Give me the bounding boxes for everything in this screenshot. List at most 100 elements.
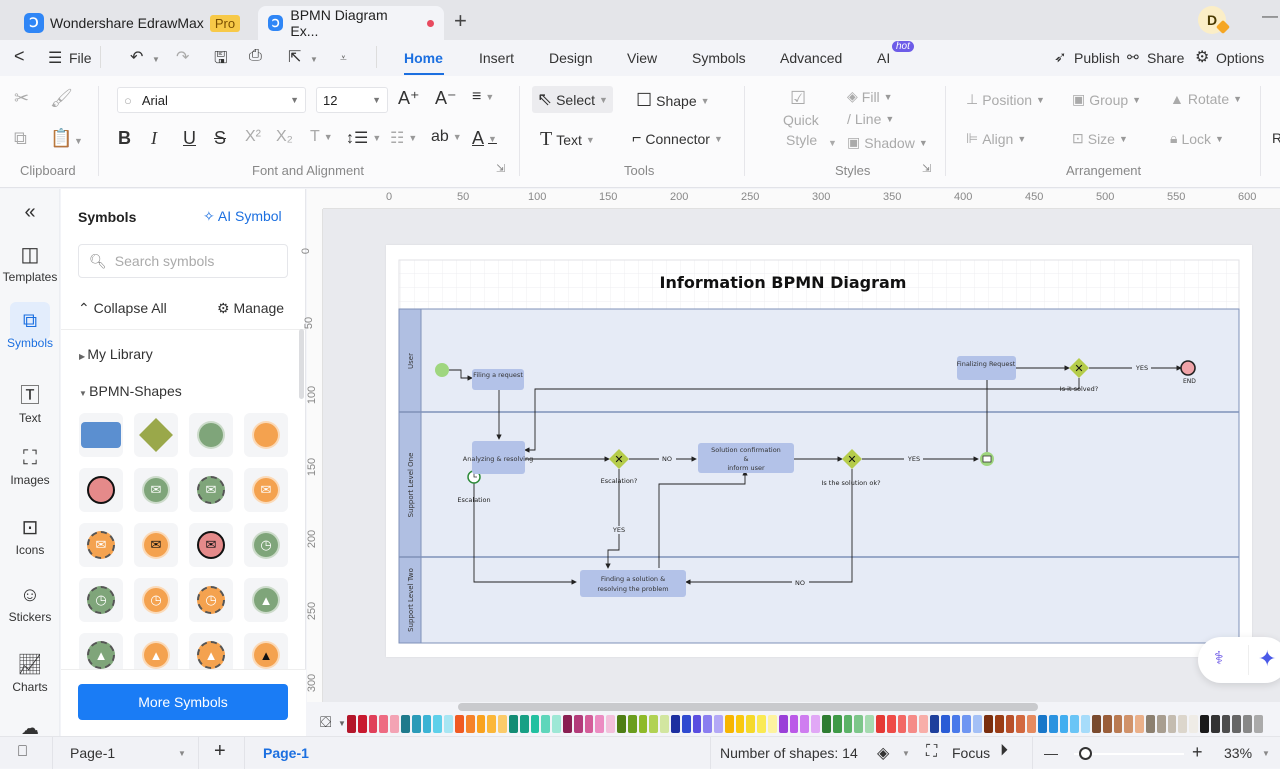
page-panel-toggle-icon[interactable]: ⎕ <box>18 743 27 760</box>
color-swatch[interactable] <box>1027 715 1036 733</box>
share-icon[interactable]: ⚯ <box>1127 49 1139 66</box>
select-tool-button[interactable]: ⇖ Select ▼ <box>532 86 613 113</box>
focus-button[interactable]: Focus <box>952 745 990 761</box>
color-swatch[interactable] <box>1221 715 1231 733</box>
rail-item-templates[interactable]: ◫ Templates <box>0 242 60 284</box>
bullet-list-icon[interactable]: ☷ ▼ <box>390 128 417 148</box>
color-swatch[interactable] <box>379 715 389 733</box>
options-button[interactable]: Options <box>1216 50 1264 66</box>
color-swatch[interactable] <box>573 715 583 733</box>
color-swatch[interactable] <box>886 715 896 733</box>
quick-style-dropdown-icon[interactable]: ▼ <box>828 138 837 148</box>
symbol-message-event[interactable]: ✉ <box>134 468 178 512</box>
symbol-timer-event[interactable]: ◷ <box>244 523 288 567</box>
color-swatch[interactable] <box>422 715 432 733</box>
paste-dropdown-icon[interactable]: ▼ <box>74 136 83 146</box>
color-swatch[interactable] <box>1124 715 1134 733</box>
size-button[interactable]: ⊡ Size ▼ <box>1072 130 1128 147</box>
cut-icon[interactable]: ✂ <box>14 88 29 109</box>
color-swatch[interactable] <box>681 715 691 733</box>
text-case-icon[interactable]: T ▼ <box>310 128 333 146</box>
color-swatch[interactable] <box>778 715 788 733</box>
zoom-level[interactable]: 33% <box>1224 745 1252 761</box>
color-swatch[interactable] <box>541 715 551 733</box>
options-gear-icon[interactable]: ⚙ <box>1195 47 1209 67</box>
color-swatch[interactable] <box>584 715 594 733</box>
color-swatch[interactable] <box>347 715 356 733</box>
color-swatch[interactable] <box>789 715 799 733</box>
group-button[interactable]: ▣ Group ▼ <box>1072 91 1141 108</box>
line-spacing-icon[interactable]: ↕☰ ▼ <box>346 128 381 148</box>
color-swatch[interactable] <box>897 715 907 733</box>
color-swatch[interactable] <box>638 715 648 733</box>
save-icon[interactable]: 🖫 <box>214 47 228 74</box>
text-align-icon[interactable]: ≡ ▼ <box>472 88 494 106</box>
publish-icon[interactable]: ➶ <box>1054 48 1067 66</box>
layers-dropdown-icon[interactable]: ▼ <box>902 749 910 758</box>
color-swatch[interactable] <box>757 715 767 733</box>
color-swatch[interactable] <box>562 715 572 733</box>
pro-badge[interactable]: Pro <box>209 14 241 32</box>
task-analyzing[interactable]: Analyzing & resolving <box>463 441 533 474</box>
superscript-icon[interactable]: X² <box>245 128 261 146</box>
ai-sparkle-icon[interactable]: ✦ <box>1258 646 1276 672</box>
diagram-title[interactable]: Information BPMN Diagram <box>660 273 907 292</box>
connector-tool-button[interactable]: ⌐ Connector ▼ <box>632 130 723 148</box>
ai-symbol-button[interactable]: ✧ AI Symbol <box>203 208 282 225</box>
task-filing[interactable]: Filing a request <box>472 369 524 390</box>
color-swatch[interactable] <box>822 715 831 733</box>
color-swatch[interactable] <box>876 715 885 733</box>
symbol-message-event-orange[interactable]: ✉ <box>244 468 288 512</box>
symbol-end-event[interactable] <box>79 468 123 512</box>
text-tool-button[interactable]: T Text ▼ <box>540 128 595 151</box>
new-tab-button[interactable]: + <box>454 8 467 34</box>
lock-button[interactable]: 🔒︎ Lock ▼ <box>1170 130 1224 147</box>
color-swatch[interactable] <box>487 715 497 733</box>
color-swatch[interactable] <box>1091 715 1101 733</box>
symbol-timer-event-dashed[interactable]: ◷ <box>79 578 123 622</box>
bold-icon[interactable]: B <box>118 128 131 149</box>
symbol-message-end[interactable]: ✉ <box>189 523 233 567</box>
diagram-page[interactable]: Information BPMN Diagram User Support Le… <box>386 245 1252 657</box>
color-swatch[interactable] <box>1210 715 1220 733</box>
share-button[interactable]: Share <box>1147 50 1184 66</box>
color-swatch[interactable] <box>552 715 561 733</box>
symbol-escalation-event[interactable]: ▲ <box>244 578 288 622</box>
color-swatch[interactable] <box>1253 715 1263 733</box>
page-select-chevron-icon[interactable]: ▼ <box>178 749 186 758</box>
color-swatch[interactable] <box>465 715 475 733</box>
color-swatch[interactable] <box>768 715 777 733</box>
symbol-message-throw-orange[interactable]: ✉ <box>134 523 178 567</box>
color-swatch[interactable] <box>735 715 745 733</box>
color-swatch[interactable] <box>854 715 864 733</box>
color-swatch[interactable] <box>1113 715 1123 733</box>
color-swatch[interactable] <box>984 715 993 733</box>
tab-view[interactable]: View <box>627 50 657 66</box>
active-page-tab[interactable]: Page-1 <box>263 745 309 761</box>
rail-item-images[interactable]: ⛶ Images <box>0 447 60 487</box>
start-event[interactable] <box>435 363 449 377</box>
color-swatch[interactable] <box>1016 715 1026 733</box>
paste-icon[interactable]: 📋 <box>50 128 72 149</box>
color-swatch[interactable] <box>951 715 961 733</box>
tab-design[interactable]: Design <box>549 50 593 66</box>
magic-wand-icon[interactable]: ⚕ <box>1214 648 1224 669</box>
color-swatch[interactable] <box>865 715 875 733</box>
export-icon[interactable]: ⇱ <box>288 47 301 67</box>
symbol-timer-event-orange[interactable]: ◷ <box>134 578 178 622</box>
color-swatch[interactable] <box>1243 715 1252 733</box>
font-family-select[interactable]: ○ Arial ▼ <box>117 87 306 113</box>
color-swatch[interactable] <box>476 715 486 733</box>
color-swatch[interactable] <box>519 715 529 733</box>
color-swatch[interactable] <box>1048 715 1058 733</box>
search-symbols-input[interactable]: 🔍︎ Search symbols <box>78 244 288 278</box>
format-painter-icon[interactable]: 🖌 <box>50 88 73 109</box>
color-swatch[interactable] <box>530 715 540 733</box>
color-swatch[interactable] <box>930 715 939 733</box>
print-icon[interactable]: ⎙ <box>249 47 262 65</box>
color-swatch[interactable] <box>357 715 367 733</box>
undo-dropdown-icon[interactable]: ▼ <box>152 55 160 64</box>
color-swatch[interactable] <box>411 715 421 733</box>
focus-icon[interactable]: ⛶ <box>926 743 937 761</box>
styles-launcher-icon[interactable]: ⇲ <box>922 162 931 175</box>
